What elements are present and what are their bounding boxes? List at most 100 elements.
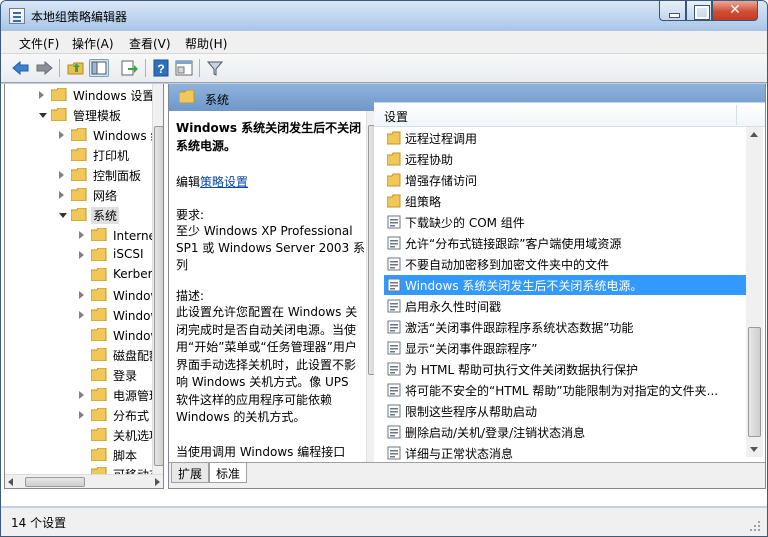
export-list-button[interactable] [119, 59, 139, 77]
list-item-label: 限制这些程序从帮助启动 [405, 405, 538, 419]
tab-standard[interactable]: 标准 [209, 463, 248, 483]
help-button[interactable]: ? [151, 59, 171, 77]
tree-item-kerberos[interactable]: Kerberos [79, 265, 163, 285]
help-icon: ? [153, 59, 169, 77]
policy-setting-icon [387, 278, 401, 292]
filter-button[interactable] [205, 59, 225, 77]
tree-item-windows-components[interactable]: Windows 组件 [59, 125, 163, 145]
close-button[interactable]: ✕ [712, 1, 758, 21]
list-header: 设置 [374, 103, 765, 127]
tree-vertical-scrollbar[interactable] [152, 84, 163, 474]
edit-policy-link[interactable]: 策略设置 [200, 175, 248, 189]
expand-icon[interactable] [79, 291, 84, 299]
tree-item-system[interactable]: 系统 [59, 205, 159, 225]
list-item-setting[interactable]: 启用永久性时间戳 [384, 296, 746, 316]
tree-item-logon[interactable]: 登录 [79, 365, 159, 385]
main-window: 本地组策略编辑器 ✕ 文件(F) 操作(A) 查看(V) 帮助(H) ? Win… [0, 0, 768, 537]
list-vertical-scrollbar[interactable] [746, 127, 763, 457]
column-divider[interactable] [736, 105, 737, 125]
tree-item-disk-quotas[interactable]: 磁盘配额 [79, 345, 161, 365]
list-item-setting[interactable]: 限制这些程序从帮助启动 [384, 401, 746, 421]
policy-setting-icon [387, 362, 401, 376]
edit-policy-line: 编辑策略设置 [176, 175, 249, 189]
tree-item-admin-templates[interactable]: 管理模板 [39, 105, 159, 125]
show-hide-tree-button[interactable] [89, 59, 109, 77]
scroll-left-icon[interactable] [8, 478, 13, 486]
expand-icon[interactable] [59, 191, 64, 199]
details-header-title: 系统 [205, 93, 230, 107]
list-item-label: 组策略 [405, 195, 442, 209]
scrollbar-thumb[interactable] [154, 126, 163, 466]
menu-action[interactable]: 操作(A) [72, 35, 114, 52]
collapse-icon[interactable] [39, 113, 47, 122]
tree-item-windows-settings[interactable]: Windows 设置 [39, 85, 159, 105]
client-area: Windows 设置 管理模板 Windows 组件 打印机 控制面板 [1, 84, 767, 506]
menu-file[interactable]: 文件(F) [19, 35, 59, 52]
list-item-setting[interactable]: Windows 系统关闭发生后不关闭系统电源。 [384, 275, 746, 295]
list-item-folder[interactable]: 远程协助 [384, 149, 746, 169]
list-item-setting[interactable]: 下载缺少的 COM 组件 [384, 212, 746, 232]
tree-item-network[interactable]: 网络 [59, 185, 159, 205]
tree-horizontal-scrollbar[interactable] [5, 474, 163, 488]
back-button[interactable] [11, 59, 31, 77]
tab-extended[interactable]: 扩展 [171, 463, 210, 483]
expand-icon[interactable] [79, 231, 84, 239]
resize-grip-icon[interactable] [749, 520, 761, 532]
title-bar[interactable]: 本地组策略编辑器 ✕ [1, 1, 767, 31]
expand-icon[interactable] [59, 131, 64, 139]
tree-item-windows-hotstart[interactable]: Windows 热启动 [79, 325, 163, 345]
minimize-button[interactable] [659, 1, 686, 21]
menu-view[interactable]: 查看(V) [129, 35, 171, 52]
tree-item-control-panel[interactable]: 控制面板 [59, 165, 159, 185]
list-item-setting[interactable]: 详细与正常状态消息 [384, 443, 746, 463]
expand-icon[interactable] [79, 411, 84, 419]
list-item-folder[interactable]: 远程过程调用 [384, 128, 746, 148]
list-item-label: 删除启动/关机/登录/注销状态消息 [405, 426, 586, 440]
collapse-icon[interactable] [59, 213, 67, 222]
tree-item-shutdown-options[interactable]: 关机选项 [79, 425, 161, 445]
scroll-down-icon[interactable] [750, 447, 758, 452]
menu-help[interactable]: 帮助(H) [185, 35, 227, 52]
expand-icon[interactable] [39, 91, 44, 99]
folder-icon [387, 152, 401, 166]
properties-button[interactable] [174, 59, 194, 77]
list-item-setting[interactable]: 显示“关闭事件跟踪程序” [384, 338, 746, 358]
details-pane: 系统 Windows 系统关闭发生后不关闭系统电源。 编辑策略设置 要求: 至少… [168, 84, 766, 489]
scrollbar-thumb[interactable] [748, 327, 761, 437]
scroll-up-icon[interactable] [750, 132, 758, 137]
tree-item-iscsi[interactable]: iSCSI [79, 245, 159, 265]
list-item-setting[interactable]: 允许“分布式链接跟踪”客户端使用域资源 [384, 233, 746, 253]
policy-setting-icon [387, 236, 401, 250]
list-item-folder[interactable]: 组策略 [384, 191, 746, 211]
list-item-setting[interactable]: 删除启动/关机/登录/注销状态消息 [384, 422, 746, 442]
expand-icon[interactable] [79, 391, 84, 399]
tree-item-power-management[interactable]: 电源管理 [79, 385, 161, 405]
tree-item-scripts[interactable]: 脚本 [79, 445, 159, 465]
forward-button[interactable] [34, 59, 54, 77]
policy-setting-icon [387, 383, 401, 397]
maximize-button[interactable] [686, 1, 712, 21]
policy-setting-icon [387, 215, 401, 229]
column-header-setting[interactable]: 设置 [384, 108, 408, 125]
list-item-setting[interactable]: 将可能不安全的“HTML 帮助”功能限制为对指定的文件夹... [384, 380, 746, 400]
scrollbar-thumb[interactable] [25, 477, 85, 487]
list-item-setting[interactable]: 激活“关闭事件跟踪程序系统状态数据”功能 [384, 317, 746, 337]
expand-icon[interactable] [79, 251, 84, 259]
list-item-setting[interactable]: 为 HTML 帮助可执行文件关闭数据执行保护 [384, 359, 746, 379]
tree-item-internet-comm[interactable]: Internet 通信管理 [79, 225, 163, 245]
tree-item-windows-file-protection[interactable]: Windows 文件保护 [79, 305, 163, 325]
folder-icon [387, 131, 401, 145]
list-item-setting[interactable]: 不要自动加密移到加密文件夹中的文件 [384, 254, 746, 274]
up-button[interactable] [66, 59, 86, 77]
expand-icon[interactable] [79, 311, 84, 319]
description-text: 此设置允许您配置在 Windows 关闭完成时是否自动关闭电源。当使用“开始”菜… [176, 305, 358, 424]
expand-icon[interactable] [59, 171, 64, 179]
tree-item-distributed-com[interactable]: 分布式 COM [79, 405, 163, 425]
tree-item-printers[interactable]: 打印机 [59, 145, 159, 165]
tree-item-windows-time[interactable]: Windows 时间服务 [79, 285, 163, 305]
list-item-label: 显示“关闭事件跟踪程序” [405, 342, 538, 356]
scroll-right-icon[interactable] [155, 478, 160, 486]
list-item-folder[interactable]: 增强存储访问 [384, 170, 746, 190]
folder-icon [91, 448, 107, 461]
list-item-label: 下载缺少的 COM 组件 [405, 216, 525, 230]
